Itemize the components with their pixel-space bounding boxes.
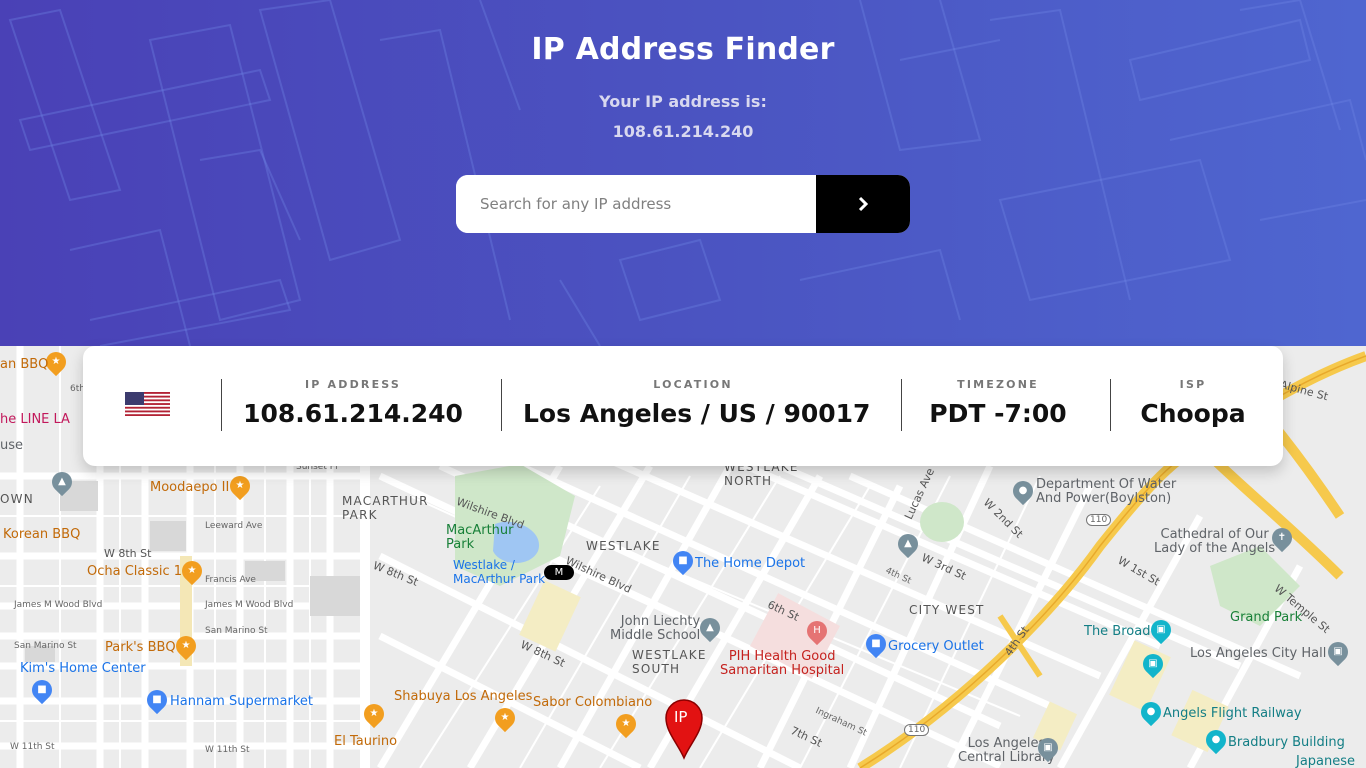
place-home-depot-label[interactable]: The Home Depot (695, 556, 805, 571)
street-label: Leeward Ave (205, 521, 263, 531)
place-use-label[interactable]: use (0, 438, 23, 453)
shopping-pin[interactable]: ■ (142, 685, 172, 715)
your-ip-value: 108.61.214.240 (612, 122, 754, 141)
place-grand-park-label[interactable]: Grand Park (1230, 610, 1302, 625)
district-westlake: WESTLAKE (586, 539, 661, 553)
district-westlake-south: WESTLAKE SOUTH (632, 648, 707, 676)
location-section: LOCATION Los Angeles / US / 90017 (523, 378, 871, 428)
timezone-label: TIMEZONE (957, 378, 1039, 391)
building-pin[interactable]: ▣ (1323, 637, 1353, 667)
place-westlake-station-label[interactable]: Westlake / MacArthur Park (453, 558, 545, 586)
library-pin[interactable]: ▣ (1033, 733, 1063, 763)
restaurant-pin[interactable]: ★ (611, 709, 641, 739)
attraction-pin[interactable]: ● (1201, 725, 1231, 755)
place-la-city-hall-label[interactable]: Los Angeles City Hall (1190, 646, 1326, 661)
restaurant-pin[interactable]: ★ (225, 471, 255, 501)
school-pin[interactable]: ▲ (47, 467, 77, 497)
ip-address-section: IP ADDRESS 108.61.214.240 (243, 378, 463, 428)
shopping-pin[interactable]: ■ (668, 546, 698, 576)
street-label: W 8th St (104, 547, 152, 560)
place-the-broad-label[interactable]: The Broad (1084, 624, 1150, 639)
shopping-pin[interactable]: ■ (861, 629, 891, 659)
place-korean-bbq-label[interactable]: Korean BBQ (3, 527, 80, 542)
attraction-pin[interactable]: ● (1136, 697, 1166, 727)
place-macarthur-park-label[interactable]: MacArthur Park (446, 524, 514, 552)
district-city-west: CITY WEST (909, 603, 985, 617)
divider (901, 379, 902, 431)
place-el-taurino-label[interactable]: El Taurino (334, 734, 397, 749)
hero-header: IP Address Finder Your IP address is: 10… (0, 0, 1366, 346)
street-label: James M Wood Blvd (205, 600, 294, 610)
divider (501, 379, 502, 431)
location-value: Los Angeles / US / 90017 (523, 399, 871, 428)
building-pin[interactable]: ● (1008, 476, 1038, 506)
isp-label: ISP (1179, 378, 1207, 391)
ip-search-bar (456, 175, 910, 233)
place-sabor-label[interactable]: Sabor Colombiano (533, 695, 652, 710)
place-angels-flight-label[interactable]: Angels Flight Railway (1163, 706, 1302, 721)
street-label: San Marino St (205, 626, 268, 636)
location-label: LOCATION (653, 378, 733, 391)
place-pih-label[interactable]: PIH Health Good Samaritan Hospital (720, 650, 844, 678)
place-dwp-label[interactable]: Department Of Water And Power(Boylston) (1036, 478, 1176, 506)
place-grocery-outlet-label[interactable]: Grocery Outlet (888, 639, 984, 654)
district-town: OWN (0, 492, 34, 506)
street-label: Francis Ave (205, 575, 256, 585)
school-pin[interactable]: ▲ (893, 529, 923, 559)
ip-address-label: IP ADDRESS (304, 378, 402, 391)
place-parks-bbq-label[interactable]: Park's BBQ (105, 640, 176, 655)
street-label: W 11th St (205, 745, 250, 755)
search-submit-button[interactable] (816, 175, 910, 233)
street-label: James M Wood Blvd (14, 600, 103, 610)
museum-pin[interactable]: ▣ (1146, 615, 1176, 645)
isp-section: ISP Choopa (1128, 378, 1258, 428)
hospital-pin[interactable]: H (802, 616, 832, 646)
timezone-value: PDT -7:00 (929, 399, 1067, 428)
place-hannam-label[interactable]: Hannam Supermarket (170, 694, 313, 709)
ip-info-card: IP ADDRESS 108.61.214.240 LOCATION Los A… (83, 346, 1283, 466)
church-pin[interactable]: ✝ (1267, 523, 1297, 553)
place-kims-label[interactable]: Kim's Home Center (20, 661, 146, 676)
place-cathedral-label[interactable]: Cathedral of Our Lady of the Angels (1154, 528, 1275, 556)
district-macarthur-park: MACARTHUR PARK (342, 494, 429, 522)
place-shabuya-label[interactable]: Shabuya Los Angeles (394, 689, 532, 704)
shopping-pin[interactable]: ■ (27, 675, 57, 705)
highway-110-shield: 110 (904, 724, 930, 736)
ip-address-value: 108.61.214.240 (243, 399, 463, 428)
school-pin[interactable]: ▲ (695, 613, 725, 643)
chevron-right-icon (858, 196, 869, 212)
divider (1110, 379, 1111, 431)
restaurant-pin[interactable]: ★ (490, 703, 520, 733)
restaurant-pin[interactable]: ★ (177, 556, 207, 586)
place-line-la-label[interactable]: he LINE LA (0, 412, 70, 427)
restaurant-pin[interactable]: ★ (171, 631, 201, 661)
timezone-section: TIMEZONE PDT -7:00 (918, 378, 1078, 428)
divider (221, 379, 222, 431)
marker-label: IP (674, 708, 688, 726)
museum-pin[interactable]: ▣ (1138, 649, 1168, 679)
isp-value: Choopa (1140, 399, 1246, 428)
place-japanese-label[interactable]: Japanese (1296, 754, 1355, 768)
us-flag-icon (125, 392, 170, 416)
your-ip-label: Your IP address is: (599, 92, 767, 111)
street-label: San Marino St (14, 641, 77, 651)
place-moodaepo-label[interactable]: Moodaepo II (150, 480, 229, 495)
ip-search-input[interactable] (456, 175, 816, 233)
highway-110-shield: 110 (1086, 514, 1112, 526)
street-label: W 11th St (10, 742, 55, 752)
place-john-liechty-label[interactable]: John Liechty Middle School (610, 615, 700, 643)
place-bbq-label[interactable]: an BBQ (0, 357, 48, 372)
place-ocha-label[interactable]: Ocha Classic 1 (87, 564, 182, 579)
page-title: IP Address Finder (531, 32, 835, 67)
place-bradbury-label[interactable]: Bradbury Building (1228, 735, 1345, 750)
restaurant-pin[interactable]: ★ (359, 699, 389, 729)
